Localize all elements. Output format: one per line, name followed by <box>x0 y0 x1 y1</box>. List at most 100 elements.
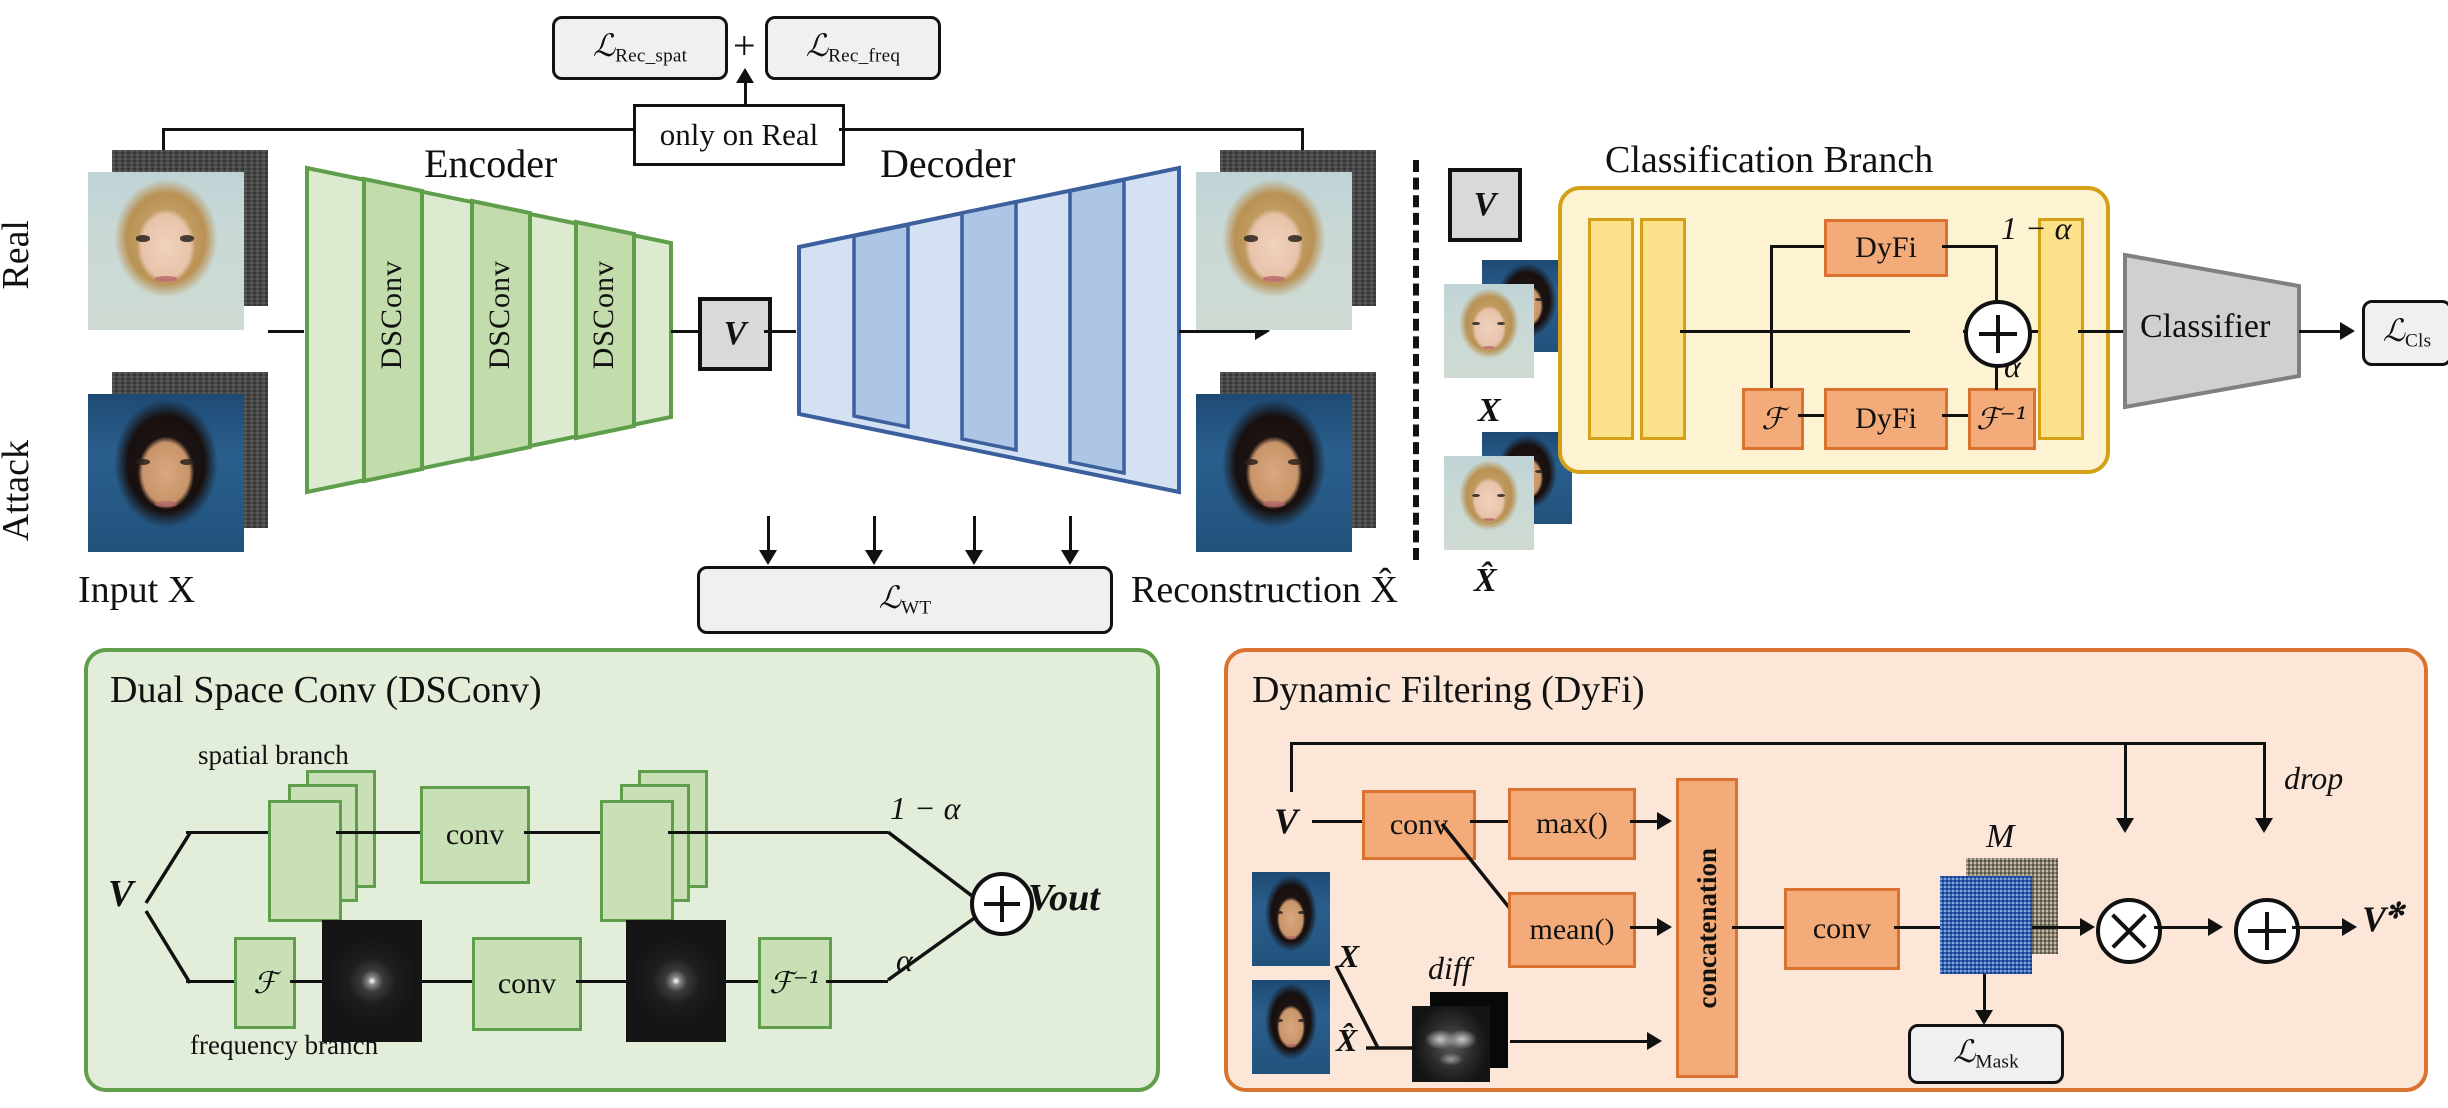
classification-fft-label: ℱ <box>1761 401 1785 437</box>
dyfi-diff-image <box>1412 992 1510 1084</box>
wt-arrow-head-4 <box>1061 550 1079 565</box>
classification-dyfi-top: DyFi <box>1824 219 1948 277</box>
branch-recon-thumbnail <box>1444 432 1572 564</box>
dyfi-skip-top-line <box>1290 742 2266 745</box>
dyfi-skip-left-vline <box>1290 742 1293 792</box>
dyfi-x-thumbnail <box>1252 872 1330 966</box>
gate-to-loss-line <box>744 80 747 106</box>
dyfi-mask-loss-line <box>1983 974 1986 1014</box>
classification-top-in-line <box>1770 245 1824 248</box>
dsconv-spatial-mid-line-2 <box>524 831 600 834</box>
classification-bar-3 <box>2038 218 2084 440</box>
classification-dyfi-bottom-label: DyFi <box>1855 402 1917 435</box>
skip-right-horizontal <box>839 128 1304 131</box>
dsconv-panel-title: Dual Space Conv (DSConv) <box>110 669 542 711</box>
dsconv-spatial-in-line <box>186 831 268 834</box>
wt-arrow-head-2 <box>865 550 883 565</box>
dyfi-mask-blue-card <box>1940 876 2032 974</box>
dsconv-add-operator <box>970 872 1034 936</box>
encoder-block-dsconv-1: DSConv <box>375 260 408 370</box>
row-label-attack: Attack <box>0 440 37 542</box>
dsconv-freq-line-2 <box>422 980 472 983</box>
classification-spine-line <box>1680 330 1910 333</box>
dyfi-diff-to-concat-line <box>1510 1040 1650 1043</box>
classification-top-split-line <box>1770 245 1773 331</box>
dsconv-output-label: Vout <box>1028 876 1100 920</box>
dyfi-mult-to-add-line <box>2154 926 2212 929</box>
dsconv-featmap-b1 <box>600 800 674 922</box>
rec-freq-loss-box: ℒRec_freq <box>765 16 941 80</box>
dyfi-mean-box: mean() <box>1508 892 1636 968</box>
classifier-label: Classifier <box>2140 308 2271 345</box>
only-on-real-box: only on Real <box>633 104 845 166</box>
dsconv-freq-line-4 <box>726 980 758 983</box>
dyfi-v-to-conv-line <box>1312 820 1362 823</box>
dsconv-freq-line-1 <box>290 980 322 983</box>
dyfi-drop-label: drop <box>2284 760 2344 796</box>
dyfi-panel-title: Dynamic Filtering (DyFi) <box>1252 669 1645 711</box>
dyfi-mask-label: M <box>1986 818 2015 855</box>
dsconv-spectrum-1 <box>322 920 422 1042</box>
reconstruction-caption: Reconstruction X̂ <box>1131 569 1399 611</box>
classification-ifft-box: ℱ⁻¹ <box>1968 388 2036 450</box>
gate-to-loss-arrow <box>736 68 754 83</box>
branch-recon-label: X̂ <box>1474 562 1497 599</box>
dsconv-freq-line-3 <box>576 980 626 983</box>
branch-latent-v-box: V <box>1448 168 1522 242</box>
dyfi-output-label: V✻ <box>2362 898 2404 940</box>
rec-spat-loss-box: ℒRec_spat <box>552 16 728 80</box>
dyfi-conv2-to-mask-line <box>1894 926 1940 929</box>
input-caption: Input X <box>78 569 196 611</box>
branch-input-label: X <box>1478 392 1501 429</box>
dyfi-diff-to-concat-arrow <box>1647 1032 1662 1050</box>
recon-attack-thumbnail <box>1196 372 1378 552</box>
dsconv-conv-freq-label: conv <box>497 967 557 1000</box>
dsconv-spatial-branch-label: spatial branch <box>198 740 349 770</box>
dyfi-skip-mult-arrow <box>2116 818 2134 833</box>
dyfi-output-superscript: ✻ <box>2386 898 2405 923</box>
dyfi-max-out-arrow <box>1657 812 1672 830</box>
dsconv-featmap-a1 <box>268 800 342 922</box>
input-attack-thumbnail <box>88 372 268 552</box>
dyfi-mult-to-add-arrow <box>2208 918 2223 936</box>
classification-bar-1 <box>1588 218 1634 440</box>
cls-loss-box: ℒCls <box>2362 300 2448 366</box>
dyfi-conv2: conv <box>1784 888 1900 970</box>
dyfi-mask-loss-box: ℒMask <box>1908 1024 2064 1084</box>
encoder-block-dsconv-3: DSConv <box>587 260 620 370</box>
dsconv-freq-out-line <box>826 980 888 983</box>
dyfi-mask-to-mult-line <box>2032 926 2084 929</box>
dyfi-conv2-label: conv <box>1812 912 1872 945</box>
dyfi-multiply-operator <box>2096 898 2162 964</box>
classification-to-classifier-line <box>2078 330 2124 333</box>
dsconv-input-label: V <box>108 873 134 915</box>
rec-freq-loss-label: ℒRec_freq <box>805 28 901 67</box>
classification-fft-to-dyfi-line <box>1798 414 1824 417</box>
wt-arrow-line-1 <box>767 516 770 554</box>
dyfi-skip-add-arrow <box>2255 818 2273 833</box>
dyfi-max-out-line <box>1630 820 1660 823</box>
dsconv-spatial-mid-line-1 <box>336 831 420 834</box>
wt-loss-box: ℒWT <box>697 566 1113 634</box>
classification-fft-box: ℱ <box>1742 388 1804 450</box>
dyfi-add-operator <box>2234 898 2300 964</box>
only-on-real-label: only on Real <box>659 117 819 152</box>
decoder-to-recon-line <box>1179 330 1257 333</box>
encoder-to-latent-line <box>671 330 698 333</box>
dyfi-skip-mult-vline <box>2124 742 2127 822</box>
latent-to-decoder-line <box>764 330 796 333</box>
wt-arrow-head-1 <box>759 550 777 565</box>
classification-bar-2 <box>1640 218 1686 440</box>
classifier-to-loss-line <box>2299 330 2343 333</box>
dyfi-output-text: V <box>2362 899 2387 939</box>
wt-arrow-line-3 <box>973 516 976 554</box>
dsconv-spectrum-2 <box>626 920 726 1042</box>
classification-top-out-line <box>1942 245 1998 248</box>
dyfi-mask-to-mult-arrow <box>2080 918 2095 936</box>
encoder-block-dsconv-2: DSConv <box>483 260 516 370</box>
decoder-shape <box>797 165 1181 495</box>
wt-arrow-head-3 <box>965 550 983 565</box>
dsconv-conv-spatial-label: conv <box>445 818 505 851</box>
classification-dyfi-top-label: DyFi <box>1855 231 1917 264</box>
input-real-thumbnail <box>88 150 268 330</box>
